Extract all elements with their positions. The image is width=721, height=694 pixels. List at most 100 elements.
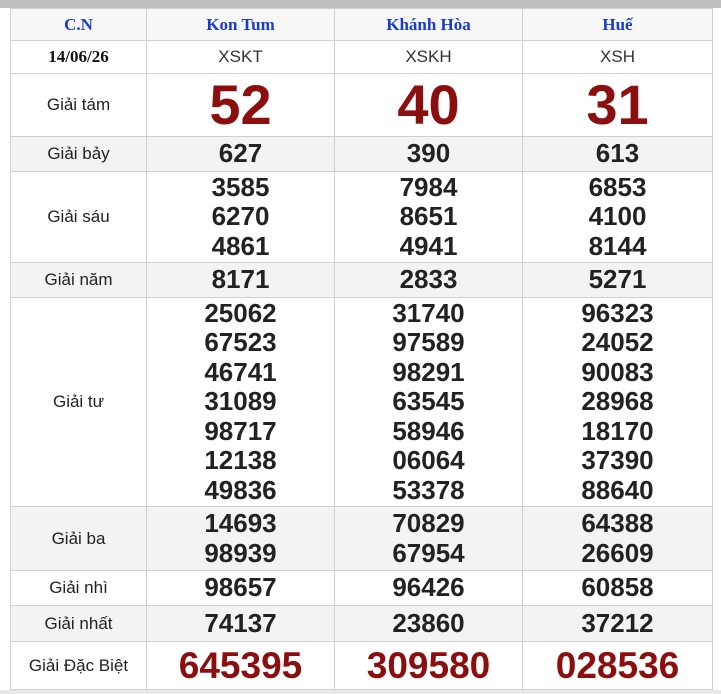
result-cell: 37212 <box>522 605 713 642</box>
draw-date: 14/06/26 <box>48 47 109 66</box>
result-number: 4941 <box>399 230 458 261</box>
result-number: 2833 <box>399 264 458 295</box>
result-number: 70829 <box>392 508 465 538</box>
result-number: 8144 <box>588 230 647 261</box>
province-link-hue[interactable]: Huế <box>602 15 632 34</box>
result-number: 98657 <box>204 572 277 603</box>
prize-row-g6: Giải sáu 3585 6270 4861 7984 8651 4941 6… <box>10 171 713 263</box>
result-number: 8651 <box>399 201 458 232</box>
prize-label: Giải sáu <box>47 207 110 226</box>
result-number: 52 <box>209 73 272 136</box>
result-number: 97589 <box>392 327 465 358</box>
result-number: 98939 <box>204 537 277 568</box>
prize-label-cell: Giải năm <box>10 262 147 298</box>
code-cell: XSH <box>522 40 713 74</box>
result-number: 31740 <box>392 297 465 328</box>
result-cell: 14693 98939 <box>146 506 335 571</box>
result-cell: 52 <box>146 73 335 137</box>
special-prize-number: 028536 <box>555 644 680 686</box>
result-number: 627 <box>218 138 263 169</box>
result-number: 37212 <box>581 607 654 638</box>
prize-label-cell: Giải Đặc Biệt <box>10 641 147 690</box>
result-number: 3585 <box>211 171 270 202</box>
result-number: 63545 <box>392 386 465 417</box>
province-code: XSKH <box>405 47 452 66</box>
col-label: C.N <box>64 14 93 34</box>
result-cell: 40 <box>334 73 523 137</box>
results-table: C.N Kon Tum Khánh Hòa Huế 14/06/26 XSKT … <box>10 8 713 690</box>
result-number: 7984 <box>399 171 458 202</box>
result-number: 53378 <box>392 474 465 505</box>
result-cell: 64388 26609 <box>522 506 713 571</box>
result-cell: 23860 <box>334 605 523 642</box>
result-number: 40 <box>397 73 460 136</box>
result-number: 28968 <box>581 386 654 417</box>
prize-row-g2: Giải nhì 98657 96426 60858 <box>10 570 713 606</box>
prize-label: Giải năm <box>44 270 113 289</box>
result-cell: 7984 8651 4941 <box>334 171 523 263</box>
result-cell: 31 <box>522 73 713 137</box>
prize-row-g4: Giải tư 25062 67523 46741 31089 98717 12… <box>10 297 713 507</box>
result-number: 25062 <box>204 297 277 328</box>
result-number: 8171 <box>211 264 270 295</box>
prize-label: Giải bảy <box>47 144 110 163</box>
prize-label-cell: Giải sáu <box>10 171 147 263</box>
result-number: 24052 <box>581 327 654 358</box>
result-number: 12138 <box>204 445 277 476</box>
result-number: 26609 <box>581 537 654 568</box>
prize-label-cell: Giải ba <box>10 506 147 571</box>
bottom-bar <box>0 690 721 694</box>
province-code: XSKT <box>218 47 263 66</box>
result-cell: 70829 67954 <box>334 506 523 571</box>
result-cell: 5271 <box>522 262 713 298</box>
result-cell: 74137 <box>146 605 335 642</box>
result-number: 613 <box>595 138 640 169</box>
result-number: 31 <box>586 73 649 136</box>
prize-label: Giải tư <box>52 392 105 411</box>
result-number: 4100 <box>588 201 647 232</box>
prize-row-special: Giải Đặc Biệt 645395 309580 028536 <box>10 641 713 690</box>
province-link-kon-tum[interactable]: Kon Tum <box>206 15 275 34</box>
province-cell: Kon Tum <box>146 8 335 41</box>
prize-label: Giải nhì <box>49 578 108 597</box>
prize-row-g7: Giải bảy 627 390 613 <box>10 136 713 172</box>
result-number: 58946 <box>392 415 465 446</box>
result-number: 6853 <box>588 171 647 202</box>
result-cell: 25062 67523 46741 31089 98717 12138 4983… <box>146 297 335 507</box>
result-cell: 613 <box>522 136 713 172</box>
special-prize-number: 645395 <box>178 644 303 686</box>
result-cell: 627 <box>146 136 335 172</box>
result-cell: 645395 <box>146 641 335 690</box>
code-cell: XSKT <box>146 40 335 74</box>
province-cell: Huế <box>522 8 713 41</box>
result-cell: 390 <box>334 136 523 172</box>
result-cell: 2833 <box>334 262 523 298</box>
province-link-khanh-hoa[interactable]: Khánh Hòa <box>386 15 471 34</box>
result-number: 88640 <box>581 474 654 505</box>
prize-row-g3: Giải ba 14693 98939 70829 67954 64388 26… <box>10 506 713 571</box>
result-cell: 8171 <box>146 262 335 298</box>
result-number: 90083 <box>581 356 654 387</box>
prize-label: Giải Đặc Biệt <box>28 655 129 675</box>
date-row: 14/06/26 XSKT XSKH XSH <box>10 40 713 74</box>
result-number: 49836 <box>204 474 277 505</box>
prize-label: Giải ba <box>51 528 106 548</box>
date-cell: 14/06/26 <box>10 40 147 74</box>
result-number: 96426 <box>392 572 465 603</box>
result-cell: 31740 97589 98291 63545 58946 06064 5337… <box>334 297 523 507</box>
result-number: 14693 <box>204 508 277 538</box>
header-row: C.N Kon Tum Khánh Hòa Huế <box>10 8 713 41</box>
result-number: 4861 <box>211 230 270 261</box>
result-number: 31089 <box>204 386 277 417</box>
prize-label-cell: Giải nhất <box>10 605 147 642</box>
prize-row-g8: Giải tám 52 40 31 <box>10 73 713 137</box>
special-prize-number: 309580 <box>366 644 491 686</box>
result-number: 46741 <box>204 356 277 387</box>
prize-label-cell: Giải tư <box>10 297 147 507</box>
result-number: 06064 <box>392 445 465 476</box>
prize-label: Giải tám <box>46 95 111 114</box>
result-number: 98717 <box>204 415 277 446</box>
result-cell: 3585 6270 4861 <box>146 171 335 263</box>
result-number: 98291 <box>392 356 465 387</box>
province-code: XSH <box>600 47 635 66</box>
